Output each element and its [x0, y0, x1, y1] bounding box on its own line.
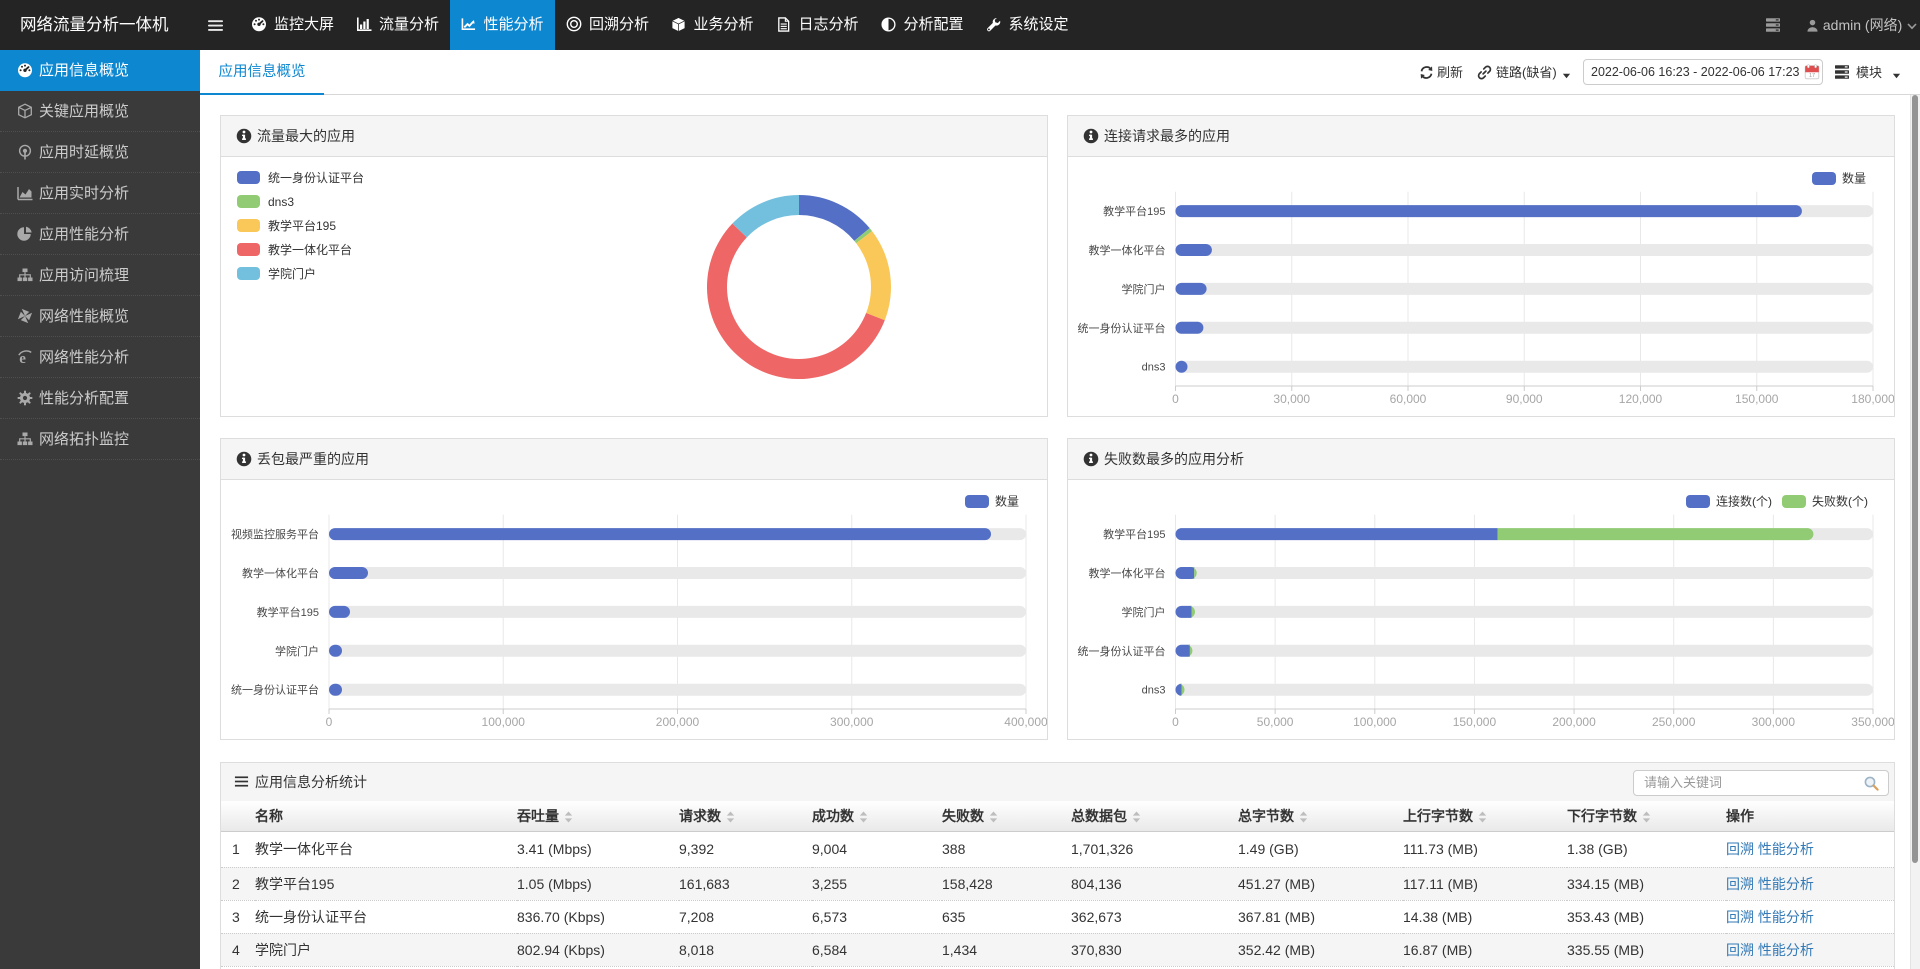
svg-text:350,000: 350,000 [1851, 715, 1894, 729]
svg-text:学院门户: 学院门户 [275, 644, 319, 658]
svg-text:400,000: 400,000 [1004, 715, 1047, 729]
svg-text:教学平台195: 教学平台195 [1103, 527, 1165, 541]
svg-text:教学一体化平台: 教学一体化平台 [1089, 566, 1166, 580]
svg-text:连接数(个): 连接数(个) [1716, 494, 1772, 509]
svg-text:统一身份认证平台: 统一身份认证平台 [231, 683, 319, 697]
svg-text:教学一体化平台: 教学一体化平台 [1089, 243, 1166, 257]
svg-text:统一身份认证平台: 统一身份认证平台 [1078, 321, 1166, 335]
svg-text:失败数(个): 失败数(个) [1812, 494, 1868, 509]
svg-text:250,000: 250,000 [1652, 715, 1696, 729]
svg-text:0: 0 [326, 715, 333, 729]
svg-text:100,000: 100,000 [1353, 715, 1397, 729]
svg-text:50,000: 50,000 [1257, 715, 1294, 729]
svg-text:学院门户: 学院门户 [1122, 282, 1166, 296]
svg-text:150,000: 150,000 [1735, 392, 1779, 406]
svg-text:100,000: 100,000 [482, 715, 526, 729]
svg-text:90,000: 90,000 [1506, 392, 1543, 406]
svg-text:200,000: 200,000 [656, 715, 700, 729]
svg-text:教学平台195: 教学平台195 [257, 605, 319, 619]
svg-text:视频监控服务平台: 视频监控服务平台 [231, 527, 319, 541]
svg-text:学院门户: 学院门户 [1122, 605, 1166, 619]
svg-text:教学一体化平台: 教学一体化平台 [242, 566, 319, 580]
svg-text:数量: 数量 [1842, 171, 1866, 186]
svg-text:0: 0 [1172, 715, 1179, 729]
svg-text:统一身份认证平台: 统一身份认证平台 [1078, 644, 1166, 658]
svg-text:180,000: 180,000 [1851, 392, 1894, 406]
svg-text:数量: 数量 [995, 494, 1019, 509]
svg-text:120,000: 120,000 [1619, 392, 1663, 406]
svg-text:300,000: 300,000 [830, 715, 874, 729]
svg-text:dns3: dns3 [1142, 362, 1166, 374]
svg-text:200,000: 200,000 [1552, 715, 1596, 729]
svg-text:17: 17 [1809, 73, 1815, 79]
svg-text:150,000: 150,000 [1453, 715, 1497, 729]
svg-text:30,000: 30,000 [1273, 392, 1310, 406]
svg-text:dns3: dns3 [1142, 685, 1166, 697]
svg-text:教学平台195: 教学平台195 [1103, 204, 1165, 218]
svg-text:0: 0 [1172, 392, 1179, 406]
svg-text:300,000: 300,000 [1752, 715, 1796, 729]
svg-text:60,000: 60,000 [1390, 392, 1427, 406]
